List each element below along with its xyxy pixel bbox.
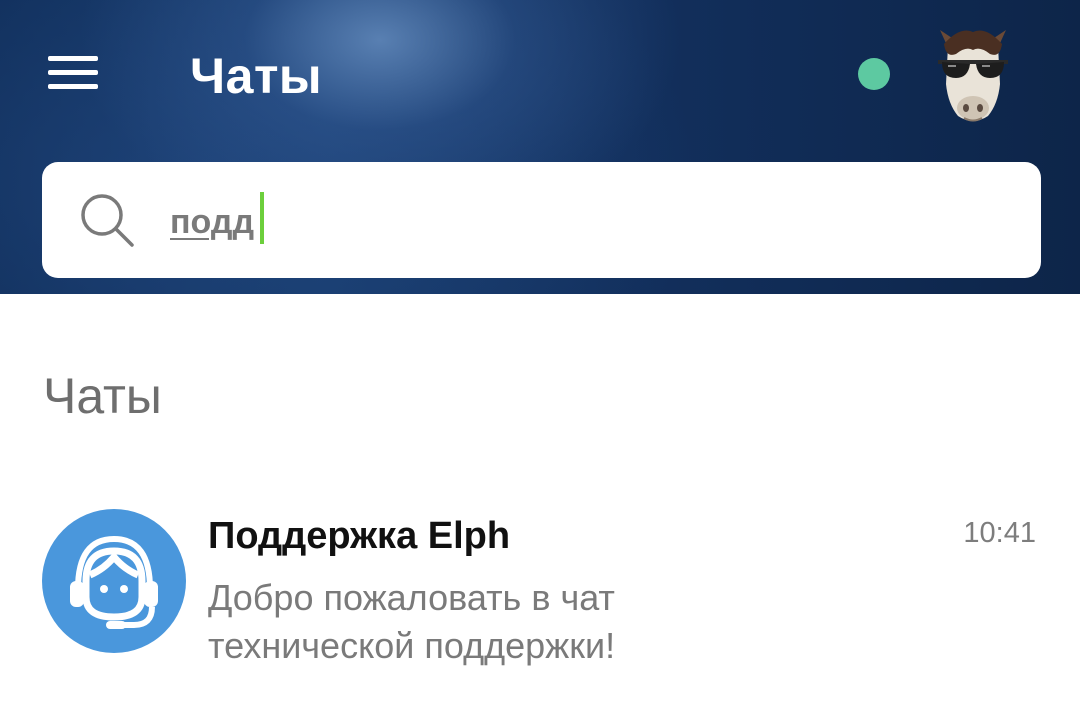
- chat-name: Поддержка Elph: [208, 515, 511, 557]
- search-input[interactable]: подд: [170, 200, 254, 244]
- section-title: Чаты: [43, 368, 162, 424]
- page-title: Чаты: [190, 48, 323, 104]
- user-avatar[interactable]: [930, 24, 1016, 128]
- chat-timestamp: 10:41: [963, 517, 1036, 549]
- chat-list-item[interactable]: Поддержка Elph 10:41 Добро пожаловать в …: [0, 492, 1080, 682]
- online-status-indicator: [858, 58, 890, 90]
- chat-last-message: Добро пожаловать в чат технической подде…: [208, 577, 616, 666]
- text-cursor: [260, 192, 264, 244]
- hamburger-menu-icon[interactable]: [46, 52, 100, 94]
- search-bar[interactable]: подд: [42, 162, 1041, 278]
- app-header: Чаты подд: [0, 0, 1080, 294]
- search-icon: [81, 194, 134, 247]
- chat-avatar: [42, 509, 186, 653]
- support-headset-icon: [70, 535, 158, 629]
- horse-sunglasses-avatar-icon: [938, 30, 1008, 122]
